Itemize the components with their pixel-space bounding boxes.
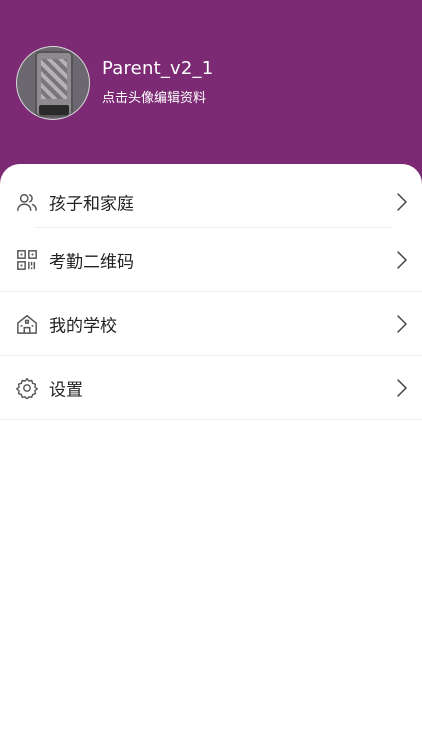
users-icon: [17, 193, 37, 211]
chevron-right-icon: [397, 379, 407, 397]
edit-profile-hint[interactable]: 点击头像编辑资料: [102, 87, 206, 106]
chevron-right-icon: [397, 193, 407, 211]
menu-item-settings[interactable]: 设置: [0, 356, 422, 420]
user-name: Parent_v2_1: [102, 58, 214, 79]
menu-item-attendance-qr[interactable]: 考勤二维码: [0, 228, 422, 292]
divider: [0, 419, 422, 420]
menu-item-my-school[interactable]: 我的学校: [0, 292, 422, 356]
profile-header: Parent_v2_1 点击头像编辑资料: [0, 0, 422, 190]
menu-item-label: 我的学校: [49, 316, 117, 337]
menu-item-label: 设置: [49, 380, 83, 401]
menu-item-label: 孩子和家庭: [49, 194, 134, 215]
gear-icon: [16, 377, 38, 399]
avatar-photo: [35, 51, 73, 117]
menu-panel: 孩子和家庭 考勤二维码 我的学校 设置: [0, 164, 422, 750]
chevron-right-icon: [397, 315, 407, 333]
menu-item-label: 考勤二维码: [49, 252, 134, 273]
school-icon: [17, 315, 37, 334]
qr-code-icon: [17, 250, 37, 270]
menu-item-children-family[interactable]: 孩子和家庭: [0, 170, 422, 234]
chevron-right-icon: [397, 251, 407, 269]
avatar[interactable]: [16, 46, 90, 120]
